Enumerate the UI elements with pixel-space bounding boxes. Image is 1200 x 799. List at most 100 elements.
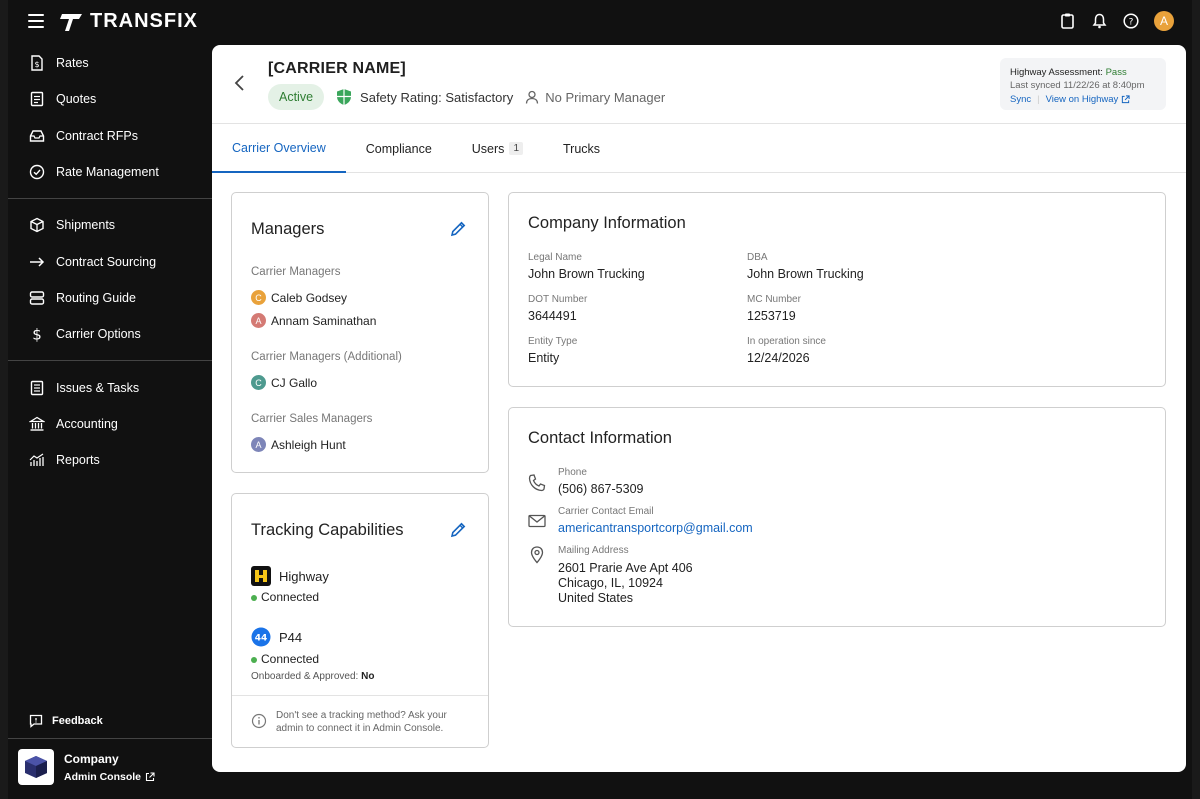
nav-divider xyxy=(8,360,212,362)
highway-status: Connected xyxy=(251,590,319,604)
phone-value: (506) 867-5309 xyxy=(558,482,644,496)
bank-icon xyxy=(28,415,46,433)
p44-provider: 44 P44 xyxy=(251,627,302,647)
view-on-highway-link[interactable]: View on Highway xyxy=(1046,93,1131,106)
tracking-note: Don't see a tracking method? Ask your ad… xyxy=(251,709,466,735)
nav-group-1: $ Rates Quotes Contract RFPs Rate Manage… xyxy=(8,44,212,190)
in-operation-label: In operation since xyxy=(747,336,826,347)
tab-bar: Carrier Overview Compliance Users 1 Truc… xyxy=(212,124,1186,173)
additional-managers-label: Carrier Managers (Additional) xyxy=(251,351,402,363)
nav-divider xyxy=(8,198,212,200)
p44-status-text: Connected xyxy=(261,652,320,666)
edit-managers-icon[interactable] xyxy=(449,220,467,238)
sidebar-item-label: Rates xyxy=(56,56,89,71)
sidebar-item-label: Contract RFPs xyxy=(56,128,138,143)
tab-users-count: 1 xyxy=(509,142,523,155)
mc-number-label: MC Number xyxy=(747,294,801,305)
dba-field: DBA John Brown Trucking xyxy=(747,252,864,281)
managers-card: Managers Carrier Managers C Caleb Godsey… xyxy=(231,192,489,473)
in-operation-field: In operation since 12/24/2026 xyxy=(747,336,826,365)
dba-label: DBA xyxy=(747,252,768,263)
transfix-logo[interactable]: TRANSFIX xyxy=(60,10,198,33)
inbox-icon xyxy=(28,127,46,145)
company-switcher[interactable]: Company Admin Console xyxy=(8,738,212,795)
highway-logo-icon xyxy=(251,566,271,586)
sidebar-item-issues-tasks[interactable]: Issues & Tasks xyxy=(8,369,212,405)
phone-row: Phone (506) 867-5309 xyxy=(527,467,643,496)
highway-provider: Highway xyxy=(251,566,329,586)
sidebar-item-label: Rate Management xyxy=(56,165,159,180)
svg-text:$: $ xyxy=(34,60,39,69)
feedback-button[interactable]: Feedback xyxy=(8,704,212,738)
sidebar-item-carrier-options[interactable]: $ Carrier Options xyxy=(8,316,212,352)
tracking-card: Tracking Capabilities Highway Connected … xyxy=(231,493,489,748)
tab-compliance[interactable]: Compliance xyxy=(346,124,452,173)
tab-users[interactable]: Users 1 xyxy=(452,124,543,173)
sidebar-item-label: Reports xyxy=(56,453,100,468)
legal-name-field: Legal Name John Brown Trucking xyxy=(528,252,645,281)
managers-title: Managers xyxy=(251,220,325,238)
entity-type-field: Entity Type Entity xyxy=(528,336,577,365)
admin-console-label: Admin Console xyxy=(64,770,142,783)
tab-carrier-overview[interactable]: Carrier Overview xyxy=(212,124,346,173)
logo-text: TRANSFIX xyxy=(90,10,198,32)
manager-person: C CJ Gallo xyxy=(251,375,317,390)
sidebar-item-label: Routing Guide xyxy=(56,290,136,305)
sidebar-item-quotes[interactable]: Quotes xyxy=(8,81,212,117)
check-circle-icon xyxy=(28,163,46,181)
sidebar-item-rate-management[interactable]: Rate Management xyxy=(8,154,212,190)
external-link-icon xyxy=(145,771,155,781)
help-icon[interactable]: ? xyxy=(1122,12,1140,30)
sidebar-item-routing-guide[interactable]: Routing Guide xyxy=(8,280,212,316)
onboarded-row: Onboarded & Approved: No xyxy=(251,671,374,682)
sidebar-item-contract-sourcing[interactable]: Contract Sourcing xyxy=(8,243,212,279)
location-pin-icon xyxy=(530,546,544,564)
view-on-highway-label: View on Highway xyxy=(1045,94,1119,105)
email-link[interactable]: americantransportcorp@gmail.com xyxy=(558,521,753,535)
admin-console-link[interactable]: Admin Console xyxy=(64,771,155,783)
user-avatar[interactable]: A xyxy=(1154,11,1174,31)
arrow-right-icon xyxy=(28,253,46,271)
address-line3: United States xyxy=(558,591,634,605)
back-button[interactable] xyxy=(232,73,248,93)
person-name: Caleb Godsey xyxy=(271,290,348,305)
manager-person: A Ashleigh Hunt xyxy=(251,437,346,452)
hamburger-menu-icon[interactable] xyxy=(28,14,44,28)
chart-icon xyxy=(28,451,46,469)
sidebar-item-accounting[interactable]: Accounting xyxy=(8,406,212,442)
main-panel: [CARRIER NAME] Active Safety Rating: Sat… xyxy=(212,45,1186,772)
sidebar-item-label: Accounting xyxy=(56,416,118,431)
phone-label: Phone xyxy=(558,467,587,478)
sync-link[interactable]: Sync xyxy=(1010,93,1031,106)
person-icon xyxy=(526,90,539,104)
sidebar-item-contract-rfps[interactable]: Contract RFPs xyxy=(8,118,212,154)
sidebar-item-rates[interactable]: $ Rates xyxy=(8,45,212,81)
manager-person: C Caleb Godsey xyxy=(251,290,347,305)
avatar: C xyxy=(251,375,266,390)
sidebar-item-shipments[interactable]: Shipments xyxy=(8,207,212,243)
highway-links: Sync | View on Highway xyxy=(1010,93,1156,106)
onboarded-label: Onboarded & Approved: xyxy=(251,671,359,682)
bell-icon[interactable] xyxy=(1090,12,1108,30)
sidebar-item-reports[interactable]: Reports xyxy=(8,442,212,478)
sidebar-item-label: Issues & Tasks xyxy=(56,380,140,395)
clipboard-icon[interactable] xyxy=(1058,12,1076,30)
status-row: Active Safety Rating: Satisfactory No Pr… xyxy=(268,84,665,110)
address-row: Mailing Address 2601 Prarie Ave Apt 406 … xyxy=(527,545,693,605)
p44-logo-icon: 44 xyxy=(251,627,271,647)
company-info-card: Company Information Legal Name John Brow… xyxy=(508,192,1166,387)
company-info-title: Company Information xyxy=(528,214,686,232)
edit-tracking-icon[interactable] xyxy=(449,521,467,539)
mc-number-field: MC Number 1253719 xyxy=(747,294,801,323)
mail-icon xyxy=(528,514,546,528)
divider xyxy=(232,695,488,696)
highway-assessment-box: Highway Assessment: Pass Last synced 11/… xyxy=(1000,58,1166,110)
tab-trucks[interactable]: Trucks xyxy=(543,124,620,173)
legal-name-label: Legal Name xyxy=(528,252,582,263)
company-logo xyxy=(18,749,54,785)
tracking-title: Tracking Capabilities xyxy=(251,521,404,539)
contact-info-card: Contact Information Phone (506) 867-5309… xyxy=(508,407,1166,627)
sales-managers-label: Carrier Sales Managers xyxy=(251,413,373,425)
address-label: Mailing Address xyxy=(558,545,629,556)
top-bar: TRANSFIX ? A xyxy=(8,0,1192,44)
